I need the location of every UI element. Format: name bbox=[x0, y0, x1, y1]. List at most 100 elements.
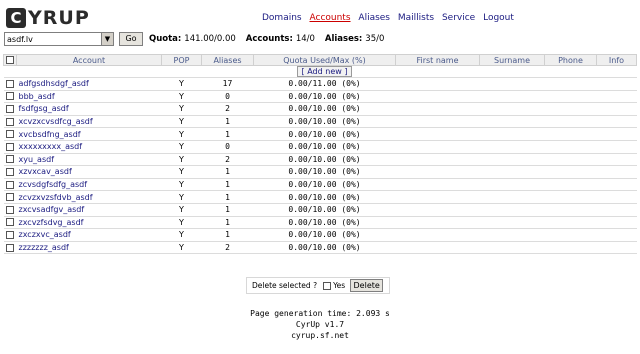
account-name-link[interactable]: zxczxvc_asdf bbox=[16, 228, 162, 242]
info-value bbox=[596, 228, 637, 242]
aliases-count: 1 bbox=[201, 228, 254, 242]
row-checkbox[interactable] bbox=[5, 79, 14, 88]
account-name-link[interactable]: bbb_asdf bbox=[16, 90, 162, 104]
header-info[interactable]: Info bbox=[596, 54, 637, 66]
account-name-link[interactable]: zxcvsadfgv_asdf bbox=[16, 203, 162, 217]
row-select-cell bbox=[3, 190, 17, 204]
quota-value: 0.00/10.00 (0%) bbox=[253, 216, 396, 230]
row-checkbox[interactable] bbox=[5, 180, 14, 189]
info-value bbox=[596, 115, 637, 129]
account-name-link[interactable]: xcvzxcvsdfcg_asdf bbox=[16, 115, 162, 129]
top-navigation: Domains Accounts Aliases Maillists Servi… bbox=[262, 13, 519, 23]
surname-value bbox=[479, 77, 545, 91]
domain-bar: asdf.lv ▼ Go Quota: 141.00/0.00 Accounts… bbox=[4, 32, 384, 46]
surname-value bbox=[479, 90, 545, 104]
account-name-link[interactable]: zcvsdgfsdfg_asdf bbox=[16, 178, 162, 192]
go-button[interactable]: Go bbox=[119, 32, 143, 46]
site-link[interactable]: cyrup.sf.net bbox=[200, 330, 440, 341]
header-phone[interactable]: Phone bbox=[544, 54, 597, 66]
aliases-count: 1 bbox=[201, 165, 254, 179]
account-name-link[interactable]: adfgsdhsdgf_asdf bbox=[16, 77, 162, 91]
row-checkbox[interactable] bbox=[5, 218, 14, 227]
logo-badge: C bbox=[6, 8, 26, 28]
first-name-value bbox=[395, 241, 480, 255]
first-name-value bbox=[395, 165, 480, 179]
phone-value bbox=[544, 115, 597, 129]
account-name-link[interactable]: zcvzxvzsfdvb_asdf bbox=[16, 190, 162, 204]
select-all-checkbox[interactable] bbox=[6, 56, 14, 64]
row-select-cell bbox=[3, 77, 17, 91]
first-name-value bbox=[395, 190, 480, 204]
first-name-value bbox=[395, 228, 480, 242]
surname-value bbox=[479, 178, 545, 192]
table-row: zxczxvc_asdf Y 1 0.00/10.00 (0%) bbox=[3, 228, 637, 242]
account-name-link[interactable]: xvcbsdfng_asdf bbox=[16, 127, 162, 141]
row-select-cell bbox=[3, 178, 17, 192]
row-checkbox[interactable] bbox=[5, 130, 14, 139]
header-quota[interactable]: Quota Used/Max (%) bbox=[253, 54, 396, 66]
row-checkbox[interactable] bbox=[5, 205, 14, 214]
account-name-link[interactable]: xzvxcav_asdf bbox=[16, 165, 162, 179]
row-select-cell bbox=[3, 127, 17, 141]
row-checkbox[interactable] bbox=[5, 243, 14, 252]
table-row: fsdfgsg_asdf Y 2 0.00/10.00 (0%) bbox=[3, 102, 637, 116]
nav-maillists-link[interactable]: Maillists bbox=[398, 13, 434, 23]
first-name-value bbox=[395, 153, 480, 167]
first-name-value bbox=[395, 77, 480, 91]
pop-value: Y bbox=[161, 190, 202, 204]
domain-select[interactable]: asdf.lv ▼ bbox=[4, 32, 114, 46]
aliases-label: Aliases: bbox=[324, 34, 363, 44]
header-aliases[interactable]: Aliases bbox=[201, 54, 254, 66]
phone-value bbox=[544, 203, 597, 217]
table-row: zcvzxvzsfdvb_asdf Y 1 0.00/10.00 (0%) bbox=[3, 190, 637, 204]
nav-accounts-link[interactable]: Accounts bbox=[310, 13, 351, 23]
cyrup-logo: C YRUP bbox=[6, 6, 90, 30]
row-checkbox[interactable] bbox=[5, 104, 14, 113]
header-pop[interactable]: POP bbox=[161, 54, 202, 66]
nav-aliases-link[interactable]: Aliases bbox=[358, 13, 390, 23]
accounts-label: Accounts: bbox=[245, 34, 293, 44]
pop-value: Y bbox=[161, 216, 202, 230]
chevron-down-icon[interactable]: ▼ bbox=[101, 33, 113, 45]
row-checkbox[interactable] bbox=[5, 117, 14, 126]
account-name-link[interactable]: xxxxxxxxx_asdf bbox=[16, 140, 162, 154]
header-surname[interactable]: Surname bbox=[479, 54, 545, 66]
phone-value bbox=[544, 77, 597, 91]
info-value bbox=[596, 77, 637, 91]
nav-logout-link[interactable]: Logout bbox=[483, 13, 514, 23]
row-checkbox[interactable] bbox=[5, 193, 14, 202]
add-new-row: [ Add new ] bbox=[3, 65, 637, 78]
logo-text: YRUP bbox=[28, 7, 90, 29]
info-value bbox=[596, 241, 637, 255]
header-first-name[interactable]: First name bbox=[395, 54, 480, 66]
pop-value: Y bbox=[161, 165, 202, 179]
row-checkbox[interactable] bbox=[5, 142, 14, 151]
table-row: bbb_asdf Y 0 0.00/10.00 (0%) bbox=[3, 90, 637, 104]
phone-value bbox=[544, 90, 597, 104]
delete-button[interactable]: Delete bbox=[350, 279, 384, 292]
phone-value bbox=[544, 241, 597, 255]
account-name-link[interactable]: zzzzzzz_asdf bbox=[16, 241, 162, 255]
first-name-value bbox=[395, 127, 480, 141]
row-checkbox[interactable] bbox=[5, 92, 14, 101]
surname-value bbox=[479, 203, 545, 217]
nav-service-link[interactable]: Service bbox=[442, 13, 475, 23]
table-row: zzzzzzz_asdf Y 2 0.00/10.00 (0%) bbox=[3, 241, 637, 255]
account-name-link[interactable]: zxcvzfsdvg_asdf bbox=[16, 216, 162, 230]
row-checkbox[interactable] bbox=[5, 230, 14, 239]
table-row: xyu_asdf Y 2 0.00/10.00 (0%) bbox=[3, 153, 637, 167]
header-account[interactable]: Account bbox=[16, 54, 162, 66]
info-value bbox=[596, 165, 637, 179]
account-name-link[interactable]: fsdfgsg_asdf bbox=[16, 102, 162, 116]
phone-value bbox=[544, 153, 597, 167]
quota-value: 0.00/10.00 (0%) bbox=[253, 203, 396, 217]
row-checkbox[interactable] bbox=[5, 167, 14, 176]
account-name-link[interactable]: xyu_asdf bbox=[16, 153, 162, 167]
nav-domains-link[interactable]: Domains bbox=[262, 13, 302, 23]
quota-value: 0.00/10.00 (0%) bbox=[253, 115, 396, 129]
row-checkbox[interactable] bbox=[5, 155, 14, 164]
info-value bbox=[596, 140, 637, 154]
pop-value: Y bbox=[161, 203, 202, 217]
add-new-button[interactable]: [ Add new ] bbox=[296, 66, 353, 77]
delete-confirm-checkbox[interactable] bbox=[323, 281, 332, 290]
